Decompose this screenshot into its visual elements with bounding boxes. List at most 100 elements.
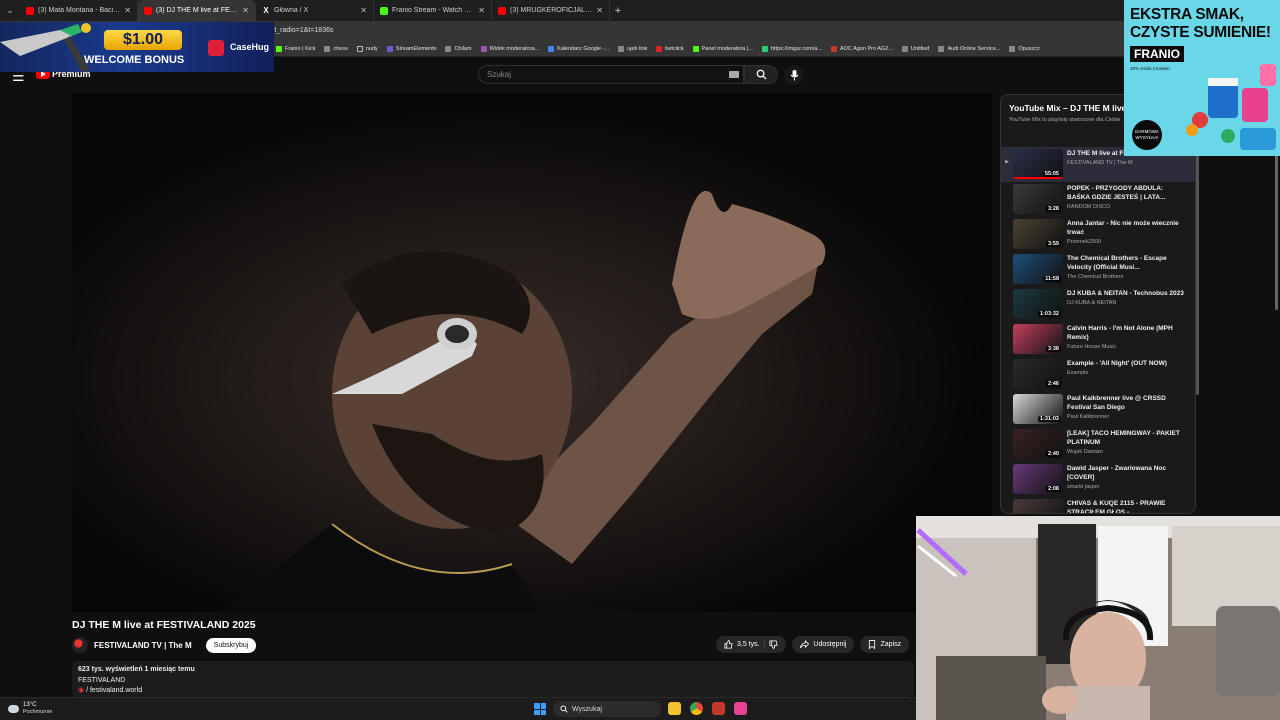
playlist-item[interactable]: 2:46 Example - 'All Night' (OUT NOW) Examp… — [1001, 357, 1195, 392]
app-icon[interactable] — [734, 702, 747, 715]
youtube-icon — [144, 6, 152, 15]
playlist-item-title: CHIVAS & KUQE 2115 - PRAWIE STRACIŁEM GŁ… — [1067, 500, 1166, 514]
video-duration: 2:40 — [1045, 451, 1061, 457]
close-icon[interactable]: ✕ — [360, 6, 367, 15]
tab-search-icon[interactable]: ⌄ — [0, 5, 20, 16]
mix-playlist-panel: YouTube Mix – DJ THE M live YouTube Mix … — [1000, 94, 1196, 514]
divider: | — [763, 641, 766, 648]
playlist-scrollbar[interactable] — [1196, 150, 1199, 395]
bookmark-item[interactable]: https://imgur.com/a... — [761, 45, 822, 52]
playlist-item-title: Example - 'All Night' (OUT NOW) — [1067, 360, 1167, 367]
browser-tab-strip: ⌄ (3) Mata Montana - Baciata [Official ✕… — [0, 0, 1280, 21]
share-button[interactable]: Udostępnij — [792, 636, 855, 653]
browser-tab-1[interactable]: (3) Mata Montana - Baciata [Official ✕ — [20, 0, 138, 21]
like-count: 3,5 tys. — [737, 641, 760, 648]
playlist-item[interactable]: 3:28 POPEK - PRZYGODY ABDULA: BAŚKA GDZIE… — [1001, 182, 1195, 217]
search-button[interactable] — [744, 65, 778, 84]
bookmark-item[interactable]: Kalendarz Google -... — [548, 45, 609, 52]
close-icon[interactable]: ✕ — [596, 6, 603, 15]
thumbs-down-icon[interactable] — [769, 640, 779, 649]
now-playing-icon: ▶ — [1005, 159, 1009, 165]
playlist-item[interactable]: 3:38 Calvin Harris - I'm Not Alone (MPH R… — [1001, 322, 1195, 357]
browser-tab-5[interactable]: (3) MRUGKEROFICJALNIE GDZIE ✕ — [492, 0, 610, 21]
video-thumbnail[interactable]: 3:59 — [1013, 219, 1063, 249]
bookmark-item[interactable]: Panel moderatora |... — [692, 45, 753, 52]
playlist-item[interactable]: 1:03:32 DJ KUBA & NEITAN - Technobus 2023… — [1001, 287, 1195, 322]
keyboard-icon[interactable] — [729, 71, 739, 78]
playlist-item[interactable]: 1:31:03 Paul Kalkbrenner live @ CRSSD Fes… — [1001, 392, 1195, 427]
video-thumbnail[interactable]: 3:28 — [1013, 184, 1063, 214]
video-thumbnail[interactable] — [1013, 499, 1063, 513]
thumbs-up-icon — [724, 640, 733, 649]
save-button[interactable]: Zapisz — [860, 636, 910, 653]
channel-name[interactable]: FESTIVALAND TV | The M — [94, 641, 192, 650]
bookmark-item[interactable]: AOC Agon Pro AG2... — [830, 45, 893, 52]
video-thumbnail[interactable]: 2:46 — [1013, 359, 1063, 389]
windows-start-icon[interactable] — [534, 703, 546, 715]
subscribe-button[interactable]: Subskrybuj — [205, 637, 257, 653]
close-icon[interactable]: ✕ — [242, 6, 249, 15]
bookmark-item[interactable]: StreamElements — [386, 45, 436, 52]
franio-ad: EKSTRA SMAK, CZYSTE SUMIENIE! FRANIO 10%… — [1124, 0, 1280, 156]
chrome-icon[interactable] — [690, 702, 703, 715]
browser-tab-4[interactable]: Franio Stream - Watch Live on Kick ✕ — [374, 0, 492, 21]
index-marker — [1001, 392, 1013, 427]
app-icon[interactable] — [712, 702, 725, 715]
playlist-item-channel: The Chemical Brothers — [1067, 274, 1124, 280]
youtube-icon — [26, 6, 34, 15]
browser-tab-3[interactable]: X Główna / X ✕ — [256, 0, 374, 21]
page-scrollbar[interactable] — [1275, 150, 1278, 310]
playlist-item[interactable]: 11:58 The Chemical Brothers - Escape Velo… — [1001, 252, 1195, 287]
search-icon — [756, 69, 767, 80]
video-description[interactable]: 623 tys. wyświetleń 1 miesiąc temu FESTI… — [72, 661, 914, 697]
bookmark-item[interactable]: nudy — [356, 45, 378, 52]
video-duration: 1:31:03 — [1038, 416, 1061, 422]
bookmark-item[interactable]: betclick — [656, 45, 684, 52]
video-thumbnail[interactable]: 1:31:03 — [1013, 394, 1063, 424]
video-thumbnail[interactable]: 3:38 — [1013, 324, 1063, 354]
close-icon[interactable]: ✕ — [124, 6, 131, 15]
ad-headline-1: EKSTRA SMAK, — [1130, 6, 1244, 23]
playlist-item[interactable]: CHIVAS & KUQE 2115 - PRAWIE STRACIŁEM GŁ… — [1001, 497, 1195, 514]
video-player[interactable] — [72, 94, 992, 612]
index-marker — [1001, 357, 1013, 392]
index-marker — [1001, 217, 1013, 252]
voice-search-button[interactable] — [784, 65, 804, 85]
video-title: DJ THE M live at FESTIVALAND 2025 — [72, 619, 256, 631]
playlist-item[interactable]: 3:59 Anna Jantar - Nic nie może wiecznie … — [1001, 217, 1195, 252]
video-frame-image — [72, 94, 992, 612]
playlist-item-text: Paul Kalkbrenner live @ CRSSD Festival S… — [1067, 392, 1185, 427]
video-thumbnail[interactable]: 1:03:32 — [1013, 289, 1063, 319]
bookmark-item[interactable]: Opuszcz — [1009, 45, 1040, 52]
bookmark-item[interactable]: ujeb link — [618, 45, 647, 52]
bookmark-item[interactable]: Chilam — [445, 45, 472, 52]
playlist-item-channel: Wujek Damian — [1067, 449, 1103, 455]
taskbar-search[interactable]: Wyszukaj — [553, 701, 661, 717]
channel-avatar[interactable] — [72, 637, 88, 653]
playlist-item[interactable]: 2:08 Dawid Jasper - Zwariowana Noc [COVER… — [1001, 462, 1195, 497]
bookmark-item[interactable]: chess — [324, 45, 348, 52]
file-explorer-icon[interactable] — [668, 702, 681, 715]
bookmark-item[interactable]: Untitled — [901, 45, 929, 52]
playlist-items: ▶55:05DJ THE M live at FESTIVALAND 2025F… — [1001, 147, 1195, 514]
bookmark-item[interactable]: Franio | Kick — [276, 45, 315, 52]
video-thumbnail[interactable]: 55:05 — [1013, 149, 1063, 179]
bookmark-item[interactable]: Widok moderatora... — [480, 45, 539, 52]
playlist-item-title: Anna Jantar - Nic nie może wiecznie trwa… — [1067, 220, 1179, 236]
like-button[interactable]: 3,5 tys. | — [716, 636, 787, 653]
new-tab-button[interactable]: + — [610, 5, 626, 17]
description-link[interactable]: ◉ / festivaland.world — [78, 686, 908, 697]
video-thumbnail[interactable]: 2:40 — [1013, 429, 1063, 459]
search-input[interactable]: Szukaj — [478, 65, 744, 84]
video-thumbnail[interactable]: 11:58 — [1013, 254, 1063, 284]
close-icon[interactable]: ✕ — [478, 6, 485, 15]
browser-tab-2[interactable]: (3) DJ THE M live at FESTIVALAND ✕ — [138, 0, 256, 21]
casehug-logo-icon — [208, 40, 224, 56]
video-thumbnail[interactable]: 2:08 — [1013, 464, 1063, 494]
playlist-item-title: Dawid Jasper - Zwariowana Noc [COVER] — [1067, 465, 1166, 481]
bookmark-item[interactable]: Audi Online Service... — [938, 45, 1000, 52]
tab-label: (3) MRUGKEROFICJALNIE GDZIE — [510, 7, 593, 14]
weather-widget[interactable]: 13°C Pochmurnie — [8, 702, 52, 716]
playlist-item[interactable]: 2:40 [LEAK] TACO HEMINGWAY - PAKIET PLATI… — [1001, 427, 1195, 462]
streamelements-icon — [386, 45, 393, 52]
